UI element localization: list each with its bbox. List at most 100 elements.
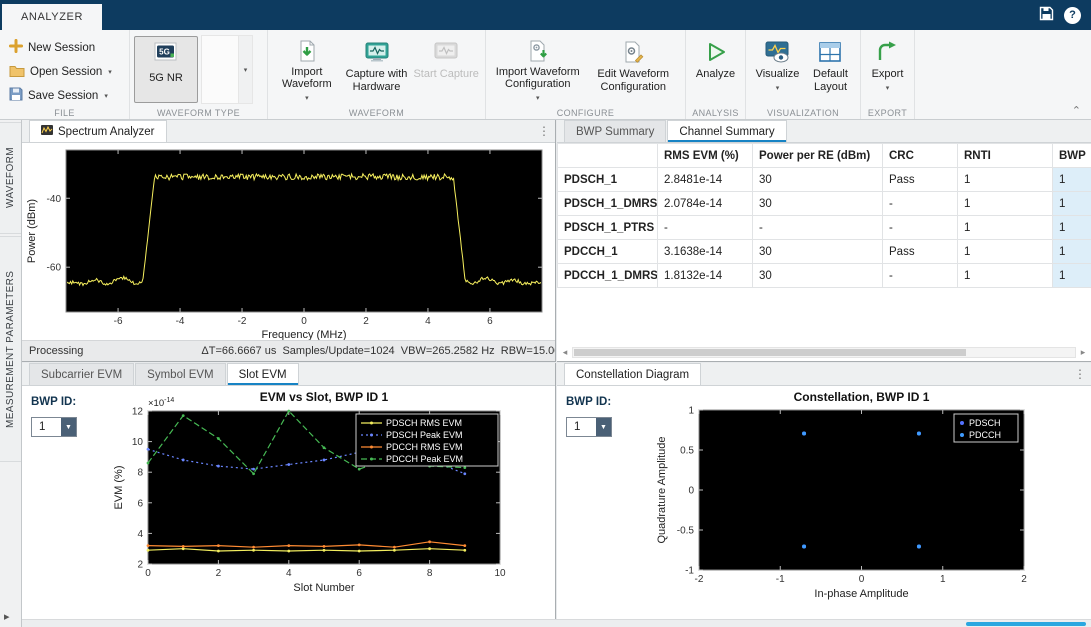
collapse-ribbon-icon[interactable]: ⌃ bbox=[1072, 106, 1081, 116]
constellation-x-tick-label: -1 bbox=[776, 574, 785, 585]
visualize-eye-icon bbox=[764, 37, 790, 67]
default-layout-button[interactable]: Default Layout bbox=[805, 35, 856, 105]
visualize-button[interactable]: Visualize ▾ bbox=[750, 35, 805, 105]
restore-panel-icon[interactable]: ▸ bbox=[4, 610, 10, 623]
channel-name-cell[interactable]: PDSCH_1_PTRS bbox=[558, 216, 658, 240]
summary-value-cell[interactable]: 30 bbox=[753, 192, 883, 216]
constellation-x-tick-label: 2 bbox=[1021, 574, 1027, 585]
summary-value-cell[interactable]: 2.8481e-14 bbox=[658, 168, 753, 192]
open-session-button[interactable]: Open Session ▾ bbox=[9, 63, 112, 80]
spectrum-plot-area[interactable] bbox=[66, 150, 542, 312]
summary-value-cell[interactable]: 1 bbox=[958, 168, 1053, 192]
tab-analyzer[interactable]: ANALYZER bbox=[2, 4, 102, 30]
summary-value-cell[interactable]: 1 bbox=[958, 216, 1053, 240]
summary-panel: BWP SummaryChannel Summary ⋮ RMS EVM (%)… bbox=[557, 120, 1091, 362]
constellation-bwp-dropdown[interactable]: 1 ▼ bbox=[566, 417, 612, 437]
import-waveform-configuration-button[interactable]: Import Waveform Configuration ▾ bbox=[490, 35, 586, 105]
evm-y-tick-label: 12 bbox=[132, 407, 144, 418]
import-waveform-button[interactable]: Import Waveform ▾ bbox=[272, 35, 342, 105]
table-row[interactable]: PDSCH_12.8481e-1430Pass11 bbox=[558, 168, 1091, 192]
table-row[interactable]: PDCCH_13.1638e-1430Pass11 bbox=[558, 240, 1091, 264]
summary-value-cell[interactable]: Pass bbox=[883, 240, 958, 264]
bwp-id-label: BWP ID: bbox=[31, 396, 76, 408]
summary-value-cell[interactable]: 1 bbox=[1053, 216, 1091, 240]
section-label-export: EXPORT bbox=[861, 108, 914, 118]
summary-value-cell[interactable]: Pass bbox=[883, 168, 958, 192]
scrollbar-thumb[interactable] bbox=[966, 622, 1086, 626]
export-button[interactable]: Export ▾ bbox=[865, 35, 910, 105]
app-horizontal-scrollbar[interactable] bbox=[22, 619, 1091, 627]
panel-menu-icon[interactable]: ⋮ bbox=[538, 124, 550, 138]
summary-value-cell[interactable]: 30 bbox=[753, 264, 883, 288]
evm-bwp-dropdown[interactable]: 1 ▼ bbox=[31, 417, 77, 437]
summary-value-cell[interactable]: 1 bbox=[1053, 192, 1091, 216]
table-horizontal-scrollbar[interactable]: ◂ ▸ bbox=[560, 346, 1088, 359]
folder-open-icon bbox=[9, 64, 25, 80]
summary-tab-channel-summary[interactable]: Channel Summary bbox=[667, 120, 786, 142]
import-waveform-label: Import Waveform bbox=[272, 66, 342, 91]
summary-tabbar: BWP SummaryChannel Summary bbox=[557, 120, 1091, 143]
summary-value-cell[interactable]: 3.1638e-14 bbox=[658, 240, 753, 264]
summary-value-cell[interactable]: - bbox=[883, 192, 958, 216]
spectrum-chart[interactable]: -6-4-20246-40-60Frequency (MHz)Power (dB… bbox=[22, 143, 555, 340]
table-row[interactable]: PDSCH_1_PTRS---11 bbox=[558, 216, 1091, 240]
summary-value-cell[interactable]: 30 bbox=[753, 240, 883, 264]
analyze-button[interactable]: Analyze bbox=[690, 35, 741, 105]
tab-constellation-diagram[interactable]: Constellation Diagram bbox=[564, 363, 701, 385]
tab-spectrum-analyzer[interactable]: Spectrum Analyzer bbox=[29, 120, 167, 142]
spectrum-xlabel: Frequency (MHz) bbox=[262, 329, 347, 340]
evm-tab-subcarrier-evm[interactable]: Subcarrier EVM bbox=[29, 363, 134, 385]
spectrum-x-tick-label: -2 bbox=[238, 316, 247, 327]
bwp-id-label: BWP ID: bbox=[566, 396, 611, 408]
save-icon[interactable] bbox=[1039, 6, 1054, 24]
scroll-right-icon[interactable]: ▸ bbox=[1078, 347, 1088, 358]
scroll-left-icon[interactable]: ◂ bbox=[560, 347, 570, 358]
constellation-chart[interactable]: BWP ID: 1 ▼ -2-1012-1-0.500.51Constellat… bbox=[557, 386, 1091, 619]
evm-x-tick-label: 8 bbox=[427, 568, 433, 579]
collapsed-panel-measurement-parameters[interactable]: MEASUREMENT PARAMETERS bbox=[0, 236, 21, 462]
summary-value-cell[interactable]: 1 bbox=[1053, 240, 1091, 264]
summary-value-cell[interactable]: - bbox=[658, 216, 753, 240]
collapsed-panel-waveform[interactable]: WAVEFORM bbox=[0, 122, 21, 234]
waveform-type-gallery-dropdown[interactable]: ▾ bbox=[239, 35, 253, 104]
spectrum-icon bbox=[41, 125, 53, 138]
summary-value-cell[interactable]: - bbox=[883, 264, 958, 288]
waveform-type-5g-nr-button[interactable]: 5G 5G NR bbox=[134, 36, 198, 103]
plus-icon bbox=[9, 39, 23, 56]
scrollbar-thumb[interactable] bbox=[574, 349, 966, 356]
start-capture-label: Start Capture bbox=[413, 68, 478, 81]
summary-value-cell[interactable]: - bbox=[753, 216, 883, 240]
summary-tab-bwp-summary[interactable]: BWP Summary bbox=[564, 120, 666, 142]
channel-name-cell[interactable]: PDSCH_1_DMRS bbox=[558, 192, 658, 216]
summary-value-cell[interactable]: 1 bbox=[958, 264, 1053, 288]
channel-name-cell[interactable]: PDCCH_1 bbox=[558, 240, 658, 264]
capture-with-hardware-label: Capture with Hardware bbox=[342, 68, 412, 93]
summary-value-cell[interactable]: - bbox=[883, 216, 958, 240]
evm-tab-symbol-evm[interactable]: Symbol EVM bbox=[135, 363, 225, 385]
scrollbar-track[interactable] bbox=[572, 347, 1076, 358]
left-dock-rail: WAVEFORM MEASUREMENT PARAMETERS ▸ bbox=[0, 120, 22, 627]
summary-value-cell[interactable]: 1 bbox=[1053, 264, 1091, 288]
help-icon[interactable]: ? bbox=[1064, 7, 1081, 24]
summary-value-cell[interactable]: 1 bbox=[1053, 168, 1091, 192]
table-row[interactable]: PDSCH_1_DMRS2.0784e-1430-11 bbox=[558, 192, 1091, 216]
summary-value-cell[interactable]: 2.0784e-14 bbox=[658, 192, 753, 216]
new-session-button[interactable]: New Session bbox=[9, 39, 112, 56]
summary-value-cell[interactable]: 30 bbox=[753, 168, 883, 192]
summary-value-cell[interactable]: 1 bbox=[958, 240, 1053, 264]
evm-axis-multiplier: ×10-14 bbox=[148, 397, 174, 409]
summary-value-cell[interactable]: 1 bbox=[958, 192, 1053, 216]
channel-name-cell[interactable]: PDSCH_1 bbox=[558, 168, 658, 192]
table-row[interactable]: PDCCH_1_DMRS1.8132e-1430-11 bbox=[558, 264, 1091, 288]
evm-tab-slot-evm[interactable]: Slot EVM bbox=[227, 363, 299, 385]
waveform-rail-label: WAVEFORM bbox=[5, 148, 16, 209]
channel-name-cell[interactable]: PDCCH_1_DMRS bbox=[558, 264, 658, 288]
edit-waveform-configuration-button[interactable]: Edit Waveform Configuration bbox=[586, 35, 682, 105]
import-waveform-icon bbox=[295, 37, 319, 65]
capture-with-hardware-button[interactable]: Capture with Hardware bbox=[342, 35, 412, 105]
save-session-button[interactable]: Save Session ▾ bbox=[9, 87, 112, 104]
evm-chart[interactable]: BWP ID: 1 ▼ 024681024681012EVM vs Slot, … bbox=[22, 386, 555, 619]
summary-value-cell[interactable]: 1.8132e-14 bbox=[658, 264, 753, 288]
panel-menu-icon[interactable]: ⋮ bbox=[1074, 367, 1086, 381]
tab-label: Spectrum Analyzer bbox=[58, 126, 155, 138]
